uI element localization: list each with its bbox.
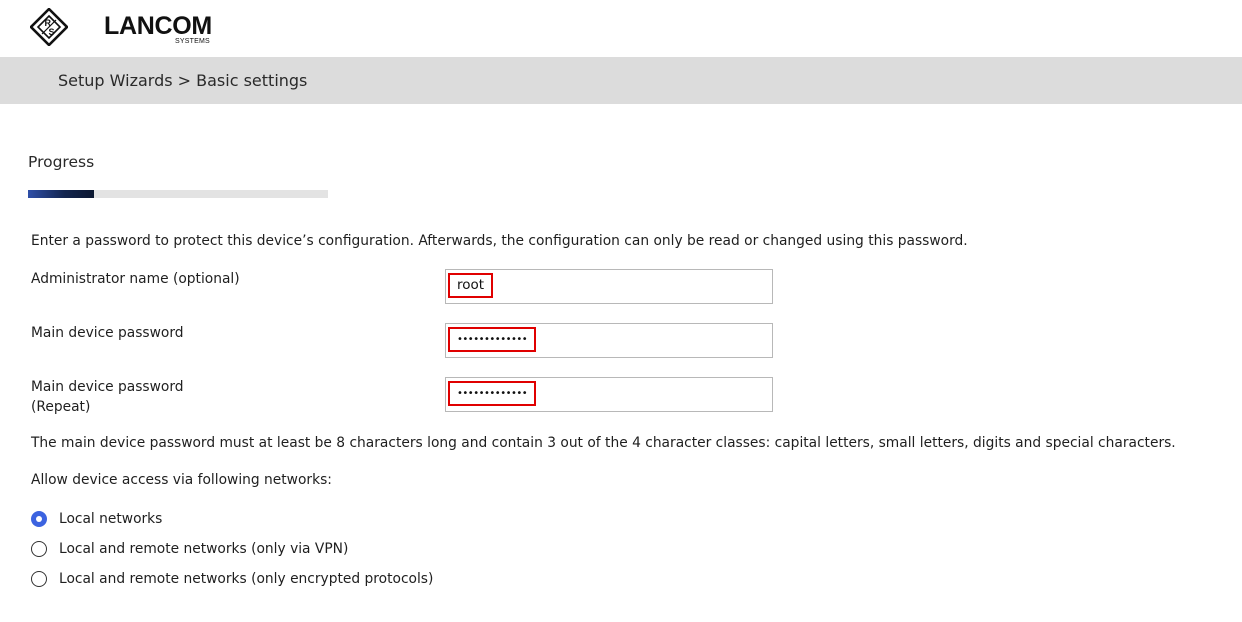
radio-unchecked-icon[interactable] (31, 571, 47, 587)
progress-bar (28, 190, 328, 198)
password-repeat-label: Main device password (Repeat) (31, 377, 184, 417)
intro-text: Enter a password to protect this device’… (31, 233, 968, 249)
admin-name-value: root (448, 273, 494, 298)
access-option-label: Local and remote networks (only via VPN) (59, 541, 349, 557)
password-repeat-value: ••••••••••••• (448, 381, 536, 406)
password-label: Main device password (31, 325, 184, 341)
brand-logo-subtext: SYSTEMS (175, 38, 210, 45)
password-hint: The main device password must at least b… (31, 435, 1176, 451)
access-title: Allow device access via following networ… (31, 472, 332, 488)
access-option-label: Local and remote networks (only encrypte… (59, 571, 434, 587)
rs-logo-icon: R S (30, 8, 68, 46)
breadcrumb-bar: Setup Wizards > Basic settings (0, 57, 1242, 104)
admin-name-field[interactable]: root (445, 269, 773, 304)
password-repeat-label-line2: (Repeat) (31, 399, 91, 415)
progress-bar-fill (28, 190, 94, 198)
radio-unchecked-icon[interactable] (31, 541, 47, 557)
header: R S LANCOM SYSTEMS (0, 0, 1242, 57)
brand-logo-text: LANCOM (104, 12, 212, 40)
radio-checked-icon[interactable] (31, 511, 47, 527)
password-repeat-field[interactable]: ••••••••••••• (445, 377, 773, 412)
admin-name-label: Administrator name (optional) (31, 271, 240, 287)
svg-text:S: S (49, 27, 55, 37)
password-field[interactable]: ••••••••••••• (445, 323, 773, 358)
access-option-label: Local networks (59, 511, 163, 527)
breadcrumb: Setup Wizards > Basic settings (58, 71, 308, 90)
password-repeat-label-line1: Main device password (31, 379, 184, 395)
progress-title: Progress (28, 153, 95, 171)
password-value: ••••••••••••• (448, 327, 536, 352)
